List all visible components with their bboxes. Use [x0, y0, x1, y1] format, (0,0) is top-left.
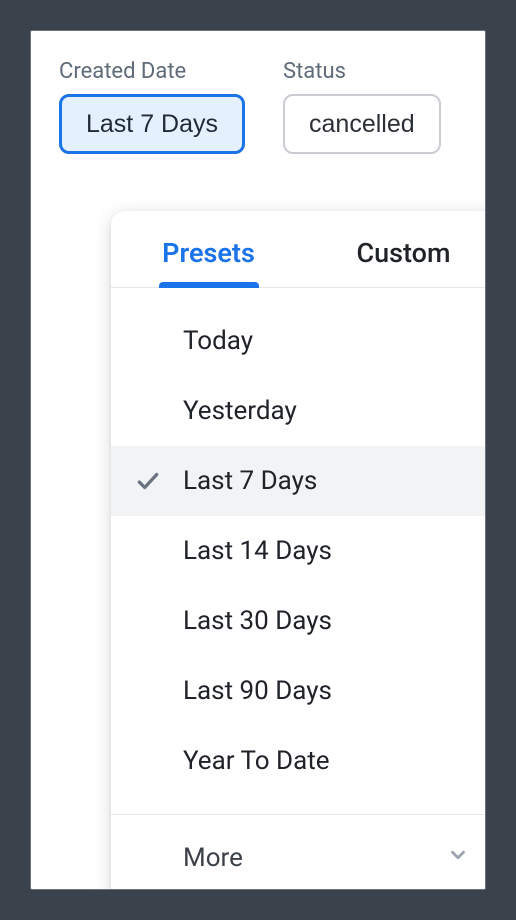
- tab-custom[interactable]: Custom: [306, 237, 486, 287]
- more-label: More: [183, 843, 243, 873]
- status-label: Status: [283, 59, 441, 84]
- option-label: Yesterday: [183, 396, 297, 426]
- dropdown-tabs: Presets Custom: [111, 211, 486, 288]
- option-label: Last 14 Days: [183, 536, 332, 566]
- option-last-14-days[interactable]: Last 14 Days: [111, 516, 486, 586]
- option-year-to-date[interactable]: Year To Date: [111, 726, 486, 796]
- option-today[interactable]: Today: [111, 306, 486, 376]
- filter-group-status: Status cancelled: [283, 59, 441, 154]
- filter-panel: Created Date Last 7 Days Status cancelle…: [30, 30, 486, 890]
- created-date-label: Created Date: [59, 59, 245, 84]
- filter-row: Created Date Last 7 Days Status cancelle…: [59, 59, 485, 154]
- status-button[interactable]: cancelled: [283, 94, 441, 154]
- option-label: Year To Date: [183, 746, 330, 776]
- tab-presets[interactable]: Presets: [111, 237, 306, 287]
- option-yesterday[interactable]: Yesterday: [111, 376, 486, 446]
- chevron-down-icon: [447, 843, 469, 873]
- option-last-90-days[interactable]: Last 90 Days: [111, 656, 486, 726]
- more-button[interactable]: More: [111, 814, 486, 890]
- filter-group-created-date: Created Date Last 7 Days: [59, 59, 245, 154]
- option-last-30-days[interactable]: Last 30 Days: [111, 586, 486, 656]
- option-label: Last 30 Days: [183, 606, 332, 636]
- option-label: Last 90 Days: [183, 676, 332, 706]
- option-label: Today: [183, 326, 253, 356]
- check-icon: [135, 468, 183, 494]
- date-presets-dropdown: Presets Custom Today Yesterday Last 7 Da…: [111, 211, 486, 890]
- option-last-7-days[interactable]: Last 7 Days: [111, 446, 486, 516]
- option-label: Last 7 Days: [183, 466, 317, 496]
- created-date-button[interactable]: Last 7 Days: [59, 94, 245, 154]
- option-list: Today Yesterday Last 7 Days Last 14 Days…: [111, 288, 486, 814]
